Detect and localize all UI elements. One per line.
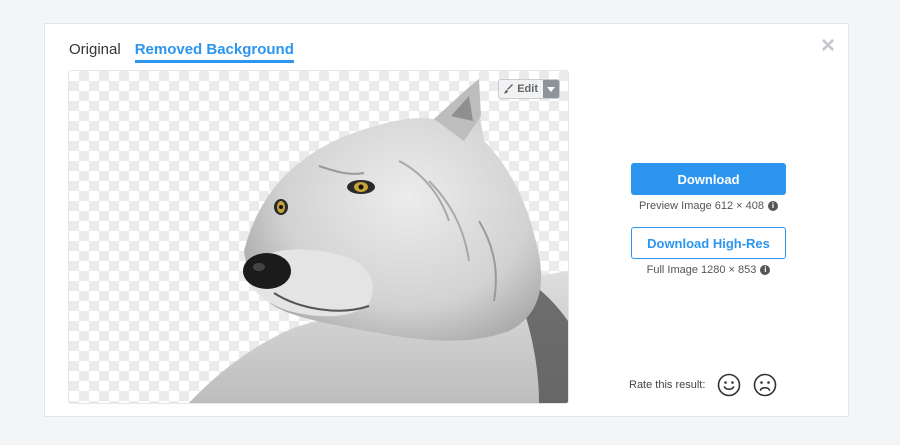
tab-removed-background[interactable]: Removed Background [134,41,294,63]
download-high-res-button[interactable]: Download High-Res [631,227,786,259]
download-button[interactable]: Download [631,163,786,195]
preview-image-size-text: Preview Image 612 × 408 [638,200,765,212]
image-preview: Edit [68,70,569,404]
smiley-happy-icon[interactable] [717,373,741,397]
tab-original[interactable]: Original [69,41,121,63]
caret-down-icon [547,86,555,92]
rating-section: Rate this result: [629,373,777,397]
edit-control: Edit [498,79,560,99]
wolf-image [189,79,568,403]
full-image-size: Full Image 1280 × 853 i [631,264,786,276]
smiley-sad-icon[interactable] [753,373,777,397]
result-dialog: × Original Removed Background Edit Downl… [44,23,849,417]
edit-label: Edit [517,83,538,95]
info-icon[interactable]: i [768,201,779,211]
rating-label: Rate this result: [629,379,706,391]
view-tabs: Original Removed Background [69,41,294,63]
brush-icon [504,84,514,94]
info-icon[interactable]: i [760,265,771,275]
close-icon[interactable]: × [818,34,838,58]
preview-image-size: Preview Image 612 × 408 i [631,200,786,212]
full-image-size-text: Full Image 1280 × 853 [646,264,757,276]
edit-button[interactable]: Edit [499,80,543,98]
edit-dropdown-button[interactable] [543,80,559,98]
